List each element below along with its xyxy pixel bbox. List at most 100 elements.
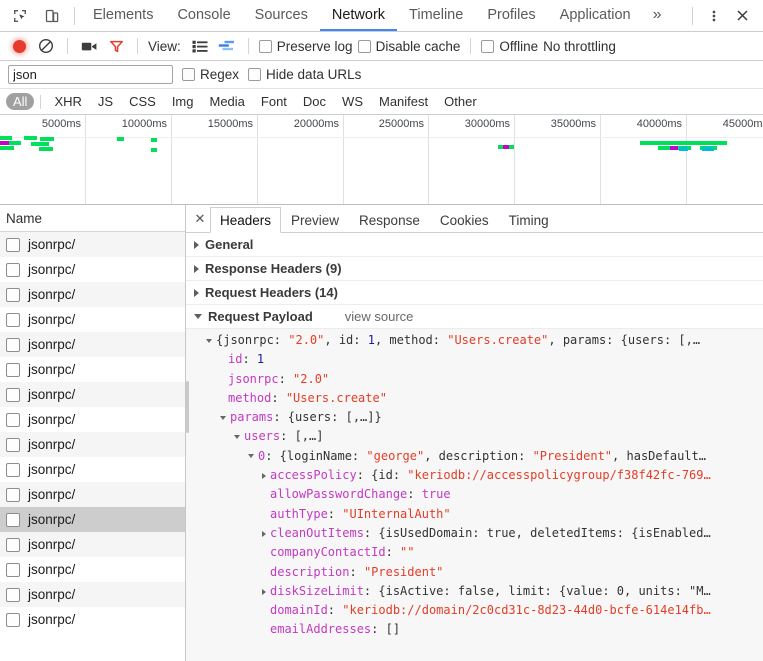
close-devtools-icon[interactable]: [729, 3, 755, 29]
payload-scrollbar[interactable]: [186, 381, 189, 433]
json-tree-row[interactable]: emailAddresses: []: [186, 620, 763, 639]
tab-sources[interactable]: Sources: [243, 0, 320, 31]
json-tree-row[interactable]: users: [,…]: [186, 427, 763, 446]
request-row[interactable]: jsonrpc/: [0, 582, 185, 607]
request-row[interactable]: jsonrpc/: [0, 332, 185, 357]
details-tab-timing[interactable]: Timing: [499, 207, 559, 232]
filter-icon[interactable]: [105, 35, 127, 57]
more-tabs-icon[interactable]: »: [643, 0, 672, 31]
throttling-select[interactable]: No throttling: [543, 39, 616, 54]
json-tree-row[interactable]: accessPolicy: {id: "keriodb://accesspoli…: [186, 466, 763, 485]
view-list-icon[interactable]: [189, 35, 211, 57]
inspect-element-icon[interactable]: [8, 4, 32, 28]
request-row[interactable]: jsonrpc/: [0, 357, 185, 382]
request-row[interactable]: jsonrpc/: [0, 307, 185, 332]
request-row[interactable]: jsonrpc/: [0, 282, 185, 307]
request-row[interactable]: jsonrpc/: [0, 557, 185, 582]
tab-elements[interactable]: Elements: [81, 0, 165, 31]
details-section-header[interactable]: Request Headers (14): [186, 281, 763, 305]
offline-checkbox[interactable]: Offline: [481, 39, 538, 54]
type-filter-ws[interactable]: WS: [335, 93, 370, 110]
request-row-checkbox[interactable]: [6, 387, 20, 402]
request-row[interactable]: jsonrpc/: [0, 407, 185, 432]
request-row[interactable]: jsonrpc/: [0, 432, 185, 457]
disable-cache-checkbox[interactable]: Disable cache: [357, 39, 460, 54]
json-tree-row[interactable]: description: "President": [186, 563, 763, 582]
tab-profiles[interactable]: Profiles: [475, 0, 547, 31]
request-payload-tree[interactable]: {jsonrpc: "2.0", id: 1, method: "Users.c…: [186, 329, 763, 661]
request-row[interactable]: jsonrpc/: [0, 232, 185, 257]
request-row-checkbox[interactable]: [6, 512, 20, 527]
toggle-device-toolbar-icon[interactable]: [40, 4, 64, 28]
json-tree-row[interactable]: id: 1: [186, 350, 763, 369]
type-filter-media[interactable]: Media: [202, 93, 251, 110]
json-tree-row[interactable]: jsonrpc: "2.0": [186, 370, 763, 389]
record-button[interactable]: [8, 35, 30, 57]
request-row-checkbox[interactable]: [6, 312, 20, 327]
json-tree-row[interactable]: diskSizeLimit: {isActive: false, limit: …: [186, 582, 763, 601]
type-filter-css[interactable]: CSS: [122, 93, 163, 110]
chevron-down-icon[interactable]: [234, 435, 240, 440]
tab-network[interactable]: Network: [319, 0, 398, 31]
json-tree-row[interactable]: 0: {loginName: "george", description: "P…: [186, 447, 763, 466]
json-tree-row[interactable]: cleanOutItems: {isUsedDomain: true, dele…: [186, 524, 763, 543]
details-tab-headers[interactable]: Headers: [210, 207, 282, 233]
request-row-checkbox[interactable]: [6, 487, 20, 502]
column-header-name[interactable]: Name: [6, 211, 42, 226]
request-list[interactable]: jsonrpc/jsonrpc/jsonrpc/jsonrpc/jsonrpc/…: [0, 232, 185, 661]
json-tree-row[interactable]: domainId: "keriodb://domain/2c0cd31c-8d2…: [186, 601, 763, 620]
request-row[interactable]: jsonrpc/: [0, 607, 185, 632]
request-row-checkbox[interactable]: [6, 537, 20, 552]
details-tab-preview[interactable]: Preview: [281, 207, 349, 232]
main-menu-icon[interactable]: [701, 3, 727, 29]
hide-data-urls-checkbox[interactable]: Hide data URLs: [248, 67, 361, 82]
chevron-right-icon[interactable]: [262, 588, 266, 595]
details-section-header[interactable]: Response Headers (9): [186, 257, 763, 281]
json-tree-row[interactable]: params: {users: [,…]}: [186, 408, 763, 427]
details-tab-cookies[interactable]: Cookies: [430, 207, 499, 232]
type-filter-js[interactable]: JS: [91, 93, 120, 110]
view-waterfall-icon[interactable]: [216, 35, 238, 57]
json-tree-row[interactable]: allowPasswordChange: true: [186, 485, 763, 504]
network-overview-timeline[interactable]: 5000ms 10000ms 15000ms 20000ms 25000ms 30000m…: [0, 115, 763, 205]
details-tab-response[interactable]: Response: [349, 207, 430, 232]
request-row-checkbox[interactable]: [6, 362, 20, 377]
tab-application[interactable]: Application: [548, 0, 643, 31]
details-section-header[interactable]: General: [186, 233, 763, 257]
request-row-checkbox[interactable]: [6, 562, 20, 577]
request-row-checkbox[interactable]: [6, 612, 20, 627]
chevron-right-icon[interactable]: [262, 530, 266, 537]
request-row[interactable]: jsonrpc/: [0, 457, 185, 482]
request-row-checkbox[interactable]: [6, 412, 20, 427]
request-row-checkbox[interactable]: [6, 237, 20, 252]
close-details-icon[interactable]: ✕: [190, 205, 210, 232]
preserve-log-checkbox[interactable]: Preserve log: [258, 39, 353, 54]
chevron-down-icon[interactable]: [220, 415, 226, 420]
request-row-checkbox[interactable]: [6, 437, 20, 452]
tab-timeline[interactable]: Timeline: [397, 0, 475, 31]
request-row-checkbox[interactable]: [6, 287, 20, 302]
request-row[interactable]: jsonrpc/: [0, 382, 185, 407]
request-row-checkbox[interactable]: [6, 462, 20, 477]
request-row-checkbox[interactable]: [6, 262, 20, 277]
capture-screenshots-icon[interactable]: [78, 35, 100, 57]
chevron-right-icon[interactable]: [262, 472, 266, 479]
request-row-checkbox[interactable]: [6, 587, 20, 602]
clear-button[interactable]: [35, 35, 57, 57]
type-filter-all[interactable]: All: [6, 93, 35, 110]
type-filter-font[interactable]: Font: [254, 93, 294, 110]
type-filter-manifest[interactable]: Manifest: [372, 93, 435, 110]
request-row[interactable]: jsonrpc/: [0, 482, 185, 507]
request-row[interactable]: jsonrpc/: [0, 532, 185, 557]
type-filter-other[interactable]: Other: [437, 93, 484, 110]
json-tree-row[interactable]: companyContactId: "": [186, 543, 763, 562]
tab-console[interactable]: Console: [165, 0, 242, 31]
request-row[interactable]: jsonrpc/: [0, 507, 185, 532]
request-row[interactable]: jsonrpc/: [0, 257, 185, 282]
json-tree-row[interactable]: method: "Users.create": [186, 389, 763, 408]
json-tree-row[interactable]: {jsonrpc: "2.0", id: 1, method: "Users.c…: [186, 331, 763, 350]
regex-checkbox[interactable]: Regex: [182, 67, 239, 82]
type-filter-xhr[interactable]: XHR: [47, 93, 88, 110]
details-section-header[interactable]: Request Payload view source: [186, 305, 763, 329]
type-filter-doc[interactable]: Doc: [296, 93, 333, 110]
